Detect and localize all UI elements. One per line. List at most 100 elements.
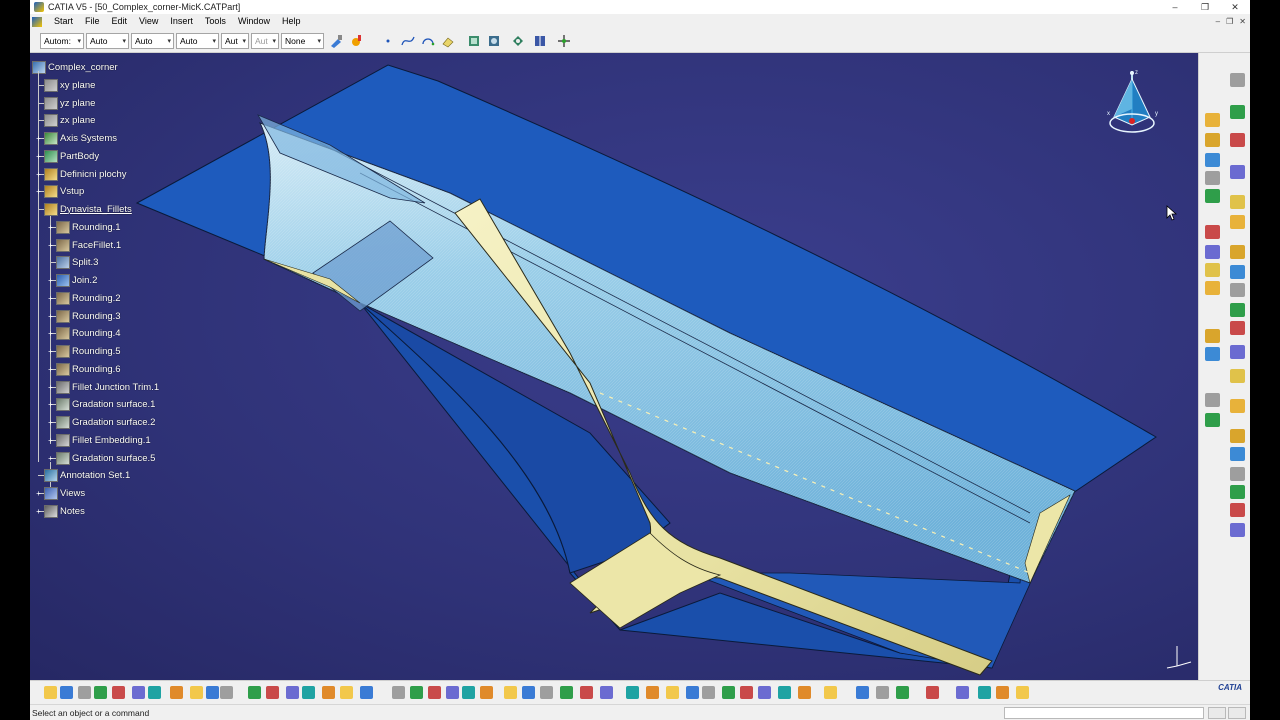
tree-node[interactable]: xy plane xyxy=(44,77,95,93)
point-symbol-combo[interactable]: Aut ▾ xyxy=(221,32,249,49)
table-icon[interactable] xyxy=(322,686,335,699)
save-icon[interactable] xyxy=(78,686,91,699)
refresh-icon[interactable] xyxy=(956,686,969,699)
relations-icon[interactable] xyxy=(302,686,315,699)
parameters-icon[interactable] xyxy=(286,686,299,699)
hide-show-icon[interactable] xyxy=(600,686,613,699)
doc-restore-button[interactable]: ❐ xyxy=(1226,14,1233,29)
tree-node[interactable]: Rounding.5 xyxy=(56,343,121,359)
tree-node[interactable]: Rounding.4 xyxy=(56,325,121,341)
translate-icon[interactable] xyxy=(1230,399,1245,413)
shadows-icon[interactable] xyxy=(778,686,791,699)
surface-icon[interactable] xyxy=(1016,686,1029,699)
conic-icon[interactable] xyxy=(1230,345,1245,359)
menu-insert[interactable]: Insert xyxy=(164,14,199,29)
tree-node[interactable]: Rounding.1 xyxy=(56,219,121,235)
symmetry-icon[interactable] xyxy=(1230,447,1245,461)
circle-icon[interactable] xyxy=(420,33,436,49)
rotate-icon[interactable] xyxy=(446,686,459,699)
axis-icon[interactable] xyxy=(978,686,991,699)
boundary-icon[interactable] xyxy=(1205,413,1220,427)
compass-icon[interactable] xyxy=(876,686,889,699)
expand-icon[interactable]: + xyxy=(47,330,54,338)
rotate-icon[interactable] xyxy=(510,33,526,49)
projection-icon[interactable] xyxy=(1230,195,1245,209)
tree-root[interactable]: Complex_corner xyxy=(32,59,118,75)
multi-view-icon[interactable] xyxy=(532,33,548,49)
color-combo[interactable]: Autom: ▾ xyxy=(40,32,84,49)
line-type-combo[interactable]: Auto ▾ xyxy=(176,32,219,49)
line-thickness-combo[interactable]: Auto ▾ xyxy=(131,32,174,49)
expand-icon[interactable]: + xyxy=(35,508,42,516)
tree-node[interactable]: Definicni plochy xyxy=(44,166,127,182)
tree-node[interactable]: Rounding.6 xyxy=(56,361,121,377)
tree-node[interactable]: Views xyxy=(44,485,85,501)
tree-node[interactable]: Gradation surface.1 xyxy=(56,396,155,412)
3d-viewport[interactable]: Complex_corner xy plane yz plane zx plane Ax… xyxy=(30,53,1198,680)
expand-icon[interactable]: + xyxy=(47,384,54,392)
helix-icon[interactable] xyxy=(1230,283,1245,297)
expand-icon[interactable]: + xyxy=(47,295,54,303)
tools-icon[interactable] xyxy=(824,686,837,699)
polyline-icon[interactable] xyxy=(1230,369,1245,383)
tree-node[interactable]: Gradation surface.2 xyxy=(56,414,155,430)
expand-icon[interactable]: + xyxy=(35,490,42,498)
close-button[interactable]: ✕ xyxy=(1220,0,1250,14)
intersection-icon[interactable] xyxy=(1230,215,1245,229)
environment-icon[interactable] xyxy=(740,686,753,699)
tree-node[interactable]: PartBody xyxy=(44,148,99,164)
edges-icon[interactable] xyxy=(580,686,593,699)
expand-icon[interactable]: + xyxy=(47,224,54,232)
redo-icon[interactable] xyxy=(190,686,203,699)
menu-tools[interactable]: Tools xyxy=(199,14,232,29)
spline-icon[interactable] xyxy=(400,33,416,49)
copy-icon[interactable] xyxy=(132,686,145,699)
sweep-icon[interactable] xyxy=(996,686,1009,699)
expand-icon[interactable]: + xyxy=(47,277,54,285)
expand-icon[interactable]: + xyxy=(47,313,54,321)
trim-icon[interactable] xyxy=(1205,393,1220,407)
expand-icon[interactable]: + xyxy=(35,171,42,179)
knowledge-icon[interactable] xyxy=(266,686,279,699)
restore-button[interactable]: ❐ xyxy=(1190,0,1220,14)
scaling-icon[interactable] xyxy=(1230,467,1245,481)
part-model-render[interactable] xyxy=(30,53,1198,680)
tree-node[interactable]: Rounding.2 xyxy=(56,290,121,306)
menu-view[interactable]: View xyxy=(133,14,164,29)
expand-icon[interactable]: + xyxy=(35,153,42,161)
tree-node[interactable]: Gradation surface.5 xyxy=(56,450,155,466)
expand-icon[interactable]: + xyxy=(35,135,42,143)
comment-icon[interactable] xyxy=(248,686,261,699)
menu-edit[interactable]: Edit xyxy=(106,14,134,29)
connect-curve-icon[interactable] xyxy=(1230,321,1245,335)
status-button-2[interactable] xyxy=(1228,707,1246,719)
doc-close-button[interactable]: ✕ xyxy=(1239,14,1246,29)
plane-icon[interactable] xyxy=(1230,165,1245,179)
shading-icon[interactable] xyxy=(560,686,573,699)
pan-icon[interactable] xyxy=(428,686,441,699)
sweep-surface-icon[interactable] xyxy=(1205,153,1220,167)
whats-this-icon[interactable] xyxy=(206,686,219,699)
format-painter-icon[interactable] xyxy=(328,33,344,49)
extrude-icon[interactable] xyxy=(440,33,456,49)
affinity-icon[interactable] xyxy=(1230,485,1245,499)
open-icon[interactable] xyxy=(60,686,73,699)
swap-visible-icon[interactable] xyxy=(626,686,639,699)
line-icon[interactable] xyxy=(1230,133,1245,147)
fit-all-icon[interactable] xyxy=(466,33,482,49)
view-mode-icon[interactable] xyxy=(540,686,553,699)
graphic-properties-icon[interactable] xyxy=(348,33,364,49)
pan-icon[interactable] xyxy=(486,33,502,49)
expand-icon[interactable]: + xyxy=(35,188,42,196)
corner-icon[interactable] xyxy=(1230,303,1245,317)
revolve-surface-icon[interactable] xyxy=(1205,133,1220,147)
split-icon[interactable] xyxy=(1205,347,1220,361)
extract-icon[interactable] xyxy=(1205,329,1220,343)
layer-combo[interactable]: None ▾ xyxy=(281,32,324,49)
expand-icon[interactable]: + xyxy=(47,242,54,250)
tree-node[interactable]: Notes xyxy=(44,503,85,519)
undo-icon[interactable] xyxy=(170,686,183,699)
fit-all-icon[interactable] xyxy=(410,686,423,699)
tree-node[interactable]: Join.2 xyxy=(56,272,97,288)
scene-icon[interactable] xyxy=(758,686,771,699)
